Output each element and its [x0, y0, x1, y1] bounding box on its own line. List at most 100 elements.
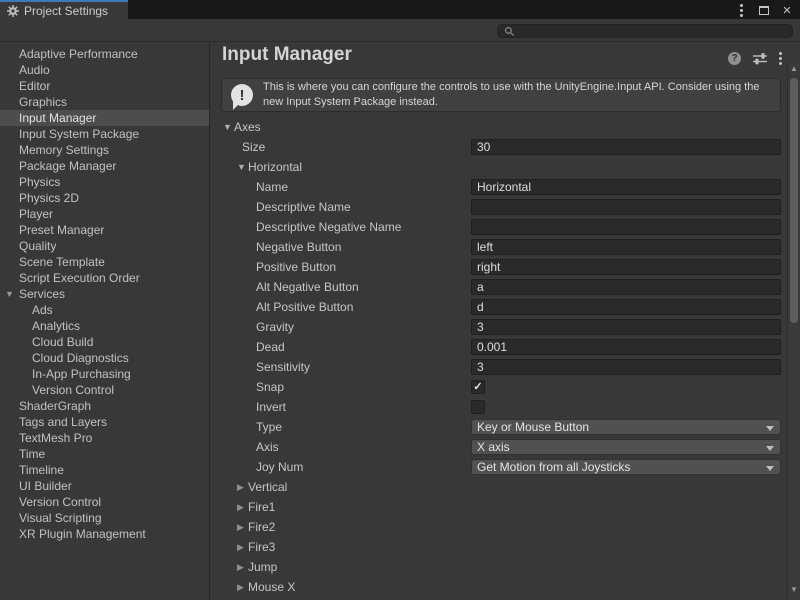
sidebar-item-label: UI Builder	[19, 479, 72, 493]
sidebar-item-tags-and-layers[interactable]: Tags and Layers	[0, 414, 209, 430]
field-name[interactable]	[471, 179, 781, 195]
foldout-closed-icon[interactable]: ▶	[237, 522, 248, 533]
setting-label: Alt Positive Button	[256, 300, 353, 314]
setting-row-mouse-x[interactable]: ▶Mouse X	[210, 577, 786, 597]
sidebar-item-script-execution-order[interactable]: Script Execution Order	[0, 270, 209, 286]
sidebar-item-input-system-package[interactable]: Input System Package	[0, 126, 209, 142]
sidebar-item-label: Input Manager	[19, 111, 96, 125]
setting-label: Axes	[234, 120, 261, 134]
sidebar-item-version-control[interactable]: Version Control	[0, 494, 209, 510]
chevron-down-icon	[766, 466, 774, 471]
help-button[interactable]: ?	[728, 52, 741, 65]
setting-row-snap: Snap✓	[210, 377, 786, 397]
sidebar-item-cloud-diagnostics[interactable]: Cloud Diagnostics	[0, 350, 209, 366]
close-button[interactable]: ×	[780, 3, 794, 17]
sidebar-item-label: Version Control	[32, 383, 114, 397]
field-alt-negative-button[interactable]	[471, 279, 781, 295]
sidebar-item-ads[interactable]: Ads	[0, 302, 209, 318]
sidebar-item-adaptive-performance[interactable]: Adaptive Performance	[0, 46, 209, 62]
setting-row-jump[interactable]: ▶Jump	[210, 557, 786, 577]
sidebar-item-package-manager[interactable]: Package Manager	[0, 158, 209, 174]
sidebar-item-xr-plugin-management[interactable]: XR Plugin Management	[0, 526, 209, 542]
content-scrollbar[interactable]: ▲ ▼	[787, 62, 800, 600]
tab-project-settings[interactable]: Project Settings	[0, 0, 128, 19]
foldout-closed-icon[interactable]: ▶	[237, 562, 248, 573]
sidebar-item-textmesh-pro[interactable]: TextMesh Pro	[0, 430, 209, 446]
field-descriptive-name[interactable]	[471, 199, 781, 215]
sidebar-item-ui-builder[interactable]: UI Builder	[0, 478, 209, 494]
foldout-open-icon[interactable]: ▼	[223, 122, 234, 132]
more-options-button[interactable]	[779, 51, 782, 66]
field-gravity[interactable]	[471, 319, 781, 335]
setting-row-alt-negative-button: Alt Negative Button	[210, 277, 786, 297]
maximize-button[interactable]	[757, 3, 771, 17]
sidebar-item-analytics[interactable]: Analytics	[0, 318, 209, 334]
setting-row-fire1[interactable]: ▶Fire1	[210, 497, 786, 517]
setting-row-axes[interactable]: ▼Axes	[210, 117, 786, 137]
sidebar-item-graphics[interactable]: Graphics	[0, 94, 209, 110]
scroll-down-icon[interactable]: ▼	[788, 586, 800, 594]
sidebar-item-audio[interactable]: Audio	[0, 62, 209, 78]
sidebar-item-label: Quality	[19, 239, 56, 253]
sidebar-item-in-app-purchasing[interactable]: In-App Purchasing	[0, 366, 209, 382]
setting-row-gravity: Gravity	[210, 317, 786, 337]
close-icon: ×	[783, 4, 792, 17]
sidebar-item-shadergraph[interactable]: ShaderGraph	[0, 398, 209, 414]
field-alt-positive-button[interactable]	[471, 299, 781, 315]
sidebar-item-time[interactable]: Time	[0, 446, 209, 462]
scrollbar-thumb[interactable]	[790, 78, 798, 323]
dropdown-value: X axis	[477, 440, 510, 454]
sidebar-item-visual-scripting[interactable]: Visual Scripting	[0, 510, 209, 526]
kebab-menu-icon	[740, 3, 743, 18]
presets-button[interactable]	[753, 52, 767, 65]
setting-row-fire3[interactable]: ▶Fire3	[210, 537, 786, 557]
search-icon	[504, 26, 515, 37]
field-size[interactable]	[471, 139, 781, 155]
sidebar-item-preset-manager[interactable]: Preset Manager	[0, 222, 209, 238]
setting-label: Mouse X	[248, 580, 295, 594]
search-box[interactable]	[497, 24, 793, 38]
setting-row-horizontal[interactable]: ▼Horizontal	[210, 157, 786, 177]
dropdown-value: Get Motion from all Joysticks	[477, 460, 630, 474]
setting-row-fire2[interactable]: ▶Fire2	[210, 517, 786, 537]
field-dead[interactable]	[471, 339, 781, 355]
foldout-closed-icon[interactable]: ▶	[237, 482, 248, 493]
window-menu-button[interactable]	[734, 3, 748, 17]
field-positive-button[interactable]	[471, 259, 781, 275]
field-negative-button[interactable]	[471, 239, 781, 255]
field-descriptive-negative-name[interactable]	[471, 219, 781, 235]
foldout-closed-icon[interactable]: ▶	[237, 502, 248, 513]
field-sensitivity[interactable]	[471, 359, 781, 375]
sidebar-item-services[interactable]: ▼Services	[0, 286, 209, 302]
dropdown-axis[interactable]: X axis	[471, 439, 781, 455]
scroll-up-icon[interactable]: ▲	[788, 65, 800, 73]
checkbox-snap[interactable]: ✓	[471, 380, 485, 394]
dropdown-type[interactable]: Key or Mouse Button	[471, 419, 781, 435]
title-bar: Project Settings ×	[0, 0, 800, 19]
search-input[interactable]	[519, 25, 779, 37]
sidebar-item-physics-2d[interactable]: Physics 2D	[0, 190, 209, 206]
setting-row-vertical[interactable]: ▶Vertical	[210, 477, 786, 497]
foldout-closed-icon[interactable]: ▶	[237, 582, 248, 593]
sidebar-item-physics[interactable]: Physics	[0, 174, 209, 190]
sidebar-item-player[interactable]: Player	[0, 206, 209, 222]
sidebar-item-version-control[interactable]: Version Control	[0, 382, 209, 398]
foldout-closed-icon[interactable]: ▶	[237, 542, 248, 553]
setting-row-joy-num: Joy NumGet Motion from all Joysticks	[210, 457, 786, 477]
sidebar-item-label: TextMesh Pro	[19, 431, 92, 445]
sidebar-item-input-manager[interactable]: Input Manager	[0, 110, 209, 126]
sidebar-item-label: In-App Purchasing	[32, 367, 131, 381]
sidebar-item-memory-settings[interactable]: Memory Settings	[0, 142, 209, 158]
foldout-open-icon[interactable]: ▼	[237, 162, 248, 172]
sidebar-item-timeline[interactable]: Timeline	[0, 462, 209, 478]
sidebar-item-quality[interactable]: Quality	[0, 238, 209, 254]
sidebar-item-editor[interactable]: Editor	[0, 78, 209, 94]
sidebar-item-cloud-build[interactable]: Cloud Build	[0, 334, 209, 350]
dropdown-joy-num[interactable]: Get Motion from all Joysticks	[471, 459, 781, 475]
sidebar-item-label: Graphics	[19, 95, 67, 109]
foldout-open-icon[interactable]: ▼	[5, 286, 14, 302]
setting-row-positive-button: Positive Button	[210, 257, 786, 277]
sidebar-item-scene-template[interactable]: Scene Template	[0, 254, 209, 270]
setting-label: Horizontal	[248, 160, 302, 174]
checkbox-invert[interactable]	[471, 400, 485, 414]
